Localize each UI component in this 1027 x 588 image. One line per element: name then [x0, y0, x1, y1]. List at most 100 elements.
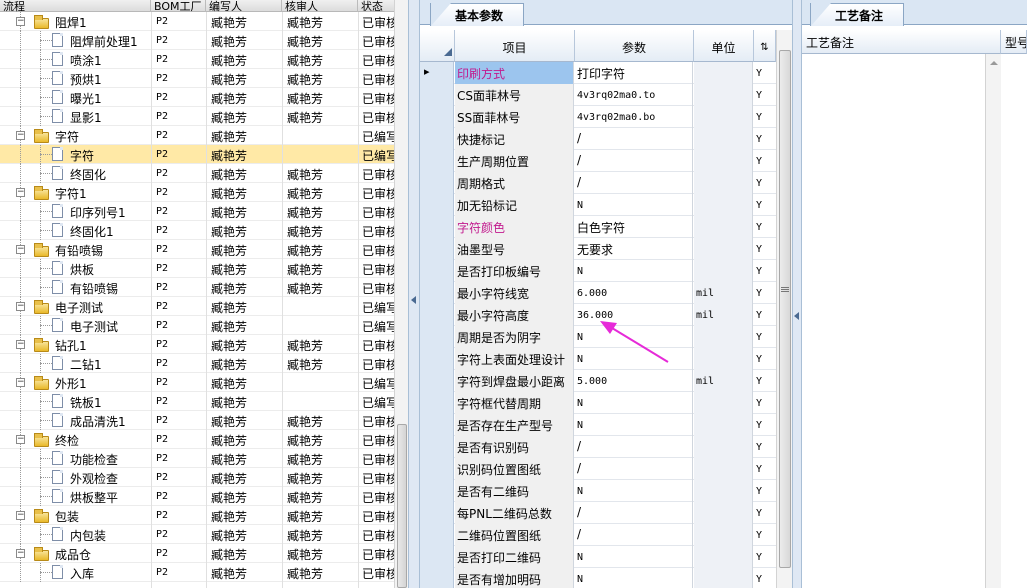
tree-row[interactable]: 二钻1 P2 臧艳芳 臧艳芳 已审核: [0, 354, 394, 373]
col-header-status[interactable]: 状态: [358, 0, 394, 12]
collapse-toggle-icon[interactable]: −: [16, 17, 25, 26]
tree-group-row[interactable]: − 外形1 P2 臧艳芳 已编写: [0, 373, 394, 392]
param-value[interactable]: 4v3rq02ma0.bo: [575, 106, 693, 128]
tree-group-row[interactable]: − 钻孔1 P2 臧艳芳 臧艳芳 已审核: [0, 335, 394, 354]
param-row[interactable]: CS面菲林号 4v3rq02ma0.to Y: [420, 84, 792, 106]
param-flag[interactable]: Y: [754, 260, 774, 282]
param-value[interactable]: 4v3rq02ma0.to: [575, 84, 693, 106]
param-value[interactable]: 打印字符: [575, 62, 693, 84]
param-flag[interactable]: Y: [754, 502, 774, 524]
param-flag[interactable]: Y: [754, 546, 774, 568]
param-unit[interactable]: [694, 436, 753, 458]
tree-row[interactable]: 电子测试 P2 臧艳芳 已编写: [0, 316, 394, 335]
param-row[interactable]: 是否有识别码 / Y: [420, 436, 792, 458]
tree-row[interactable]: 内包装 P2 臧艳芳 臧艳芳 已审核: [0, 525, 394, 544]
param-value[interactable]: /: [575, 458, 693, 480]
tree-row[interactable]: 功能检查 P2 臧艳芳 臧艳芳 已审核: [0, 449, 394, 468]
param-unit[interactable]: [694, 84, 753, 106]
params-scrollbar-thumb[interactable]: [779, 50, 791, 568]
param-row[interactable]: 生产周期位置 / Y: [420, 150, 792, 172]
tree-row[interactable]: 显影1 P2 臧艳芳 臧艳芳 已审核: [0, 107, 394, 126]
param-unit[interactable]: [694, 568, 753, 588]
param-row[interactable]: ▸ 印刷方式 打印字符 Y: [420, 62, 792, 84]
param-unit[interactable]: [694, 524, 753, 546]
tree-row[interactable]: 印序列号1 P2 臧艳芳 臧艳芳 已审核: [0, 202, 394, 221]
param-unit[interactable]: [694, 62, 753, 84]
row-indicator[interactable]: [420, 238, 454, 260]
row-indicator[interactable]: [420, 326, 454, 348]
tree-row[interactable]: 外观检查 P2 臧艳芳 臧艳芳 已审核: [0, 468, 394, 487]
param-row[interactable]: 二维码位置图纸 / Y: [420, 524, 792, 546]
param-row[interactable]: 字符颜色 白色字符 Y: [420, 216, 792, 238]
param-row[interactable]: 每PNL二维码总数 / Y: [420, 502, 792, 524]
tree-scrollbar[interactable]: [394, 0, 408, 588]
row-indicator[interactable]: [420, 392, 454, 414]
param-flag[interactable]: Y: [754, 480, 774, 502]
param-value[interactable]: N: [575, 414, 693, 436]
param-flag[interactable]: Y: [754, 194, 774, 216]
tree-row[interactable]: 曝光1 P2 臧艳芳 臧艳芳 已审核: [0, 88, 394, 107]
row-indicator[interactable]: [420, 128, 454, 150]
param-row[interactable]: 油墨型号 无要求 Y: [420, 238, 792, 260]
tree-group-row[interactable]: − 成品仓 P2 臧艳芳 臧艳芳 已审核: [0, 544, 394, 563]
param-value[interactable]: 36.000: [575, 304, 693, 326]
param-value[interactable]: /: [575, 172, 693, 194]
param-row[interactable]: 快捷标记 / Y: [420, 128, 792, 150]
param-unit[interactable]: [694, 546, 753, 568]
row-indicator[interactable]: [420, 84, 454, 106]
param-unit[interactable]: [694, 260, 753, 282]
tree-group-row[interactable]: − 阻焊1 P2 臧艳芳 臧艳芳 已审核: [0, 12, 394, 31]
notes-scrollbar[interactable]: [985, 54, 1001, 588]
param-value[interactable]: N: [575, 194, 693, 216]
param-unit[interactable]: [694, 414, 753, 436]
tree-group-row[interactable]: − 字符1 P2 臧艳芳 臧艳芳 已审核: [0, 183, 394, 202]
param-row[interactable]: 周期是否为阴字 N Y: [420, 326, 792, 348]
tree-row[interactable]: 成品清洗1 P2 臧艳芳 臧艳芳 已审核: [0, 411, 394, 430]
param-unit[interactable]: [694, 348, 753, 370]
param-row[interactable]: 是否打印二维码 N Y: [420, 546, 792, 568]
param-flag[interactable]: Y: [754, 304, 774, 326]
param-row[interactable]: 最小字符线宽 6.000 mil Y: [420, 282, 792, 304]
param-value[interactable]: 无要求: [575, 238, 693, 260]
param-value[interactable]: N: [575, 260, 693, 282]
tree-row[interactable]: 终固化 P2 臧艳芳 臧艳芳 已审核: [0, 164, 394, 183]
param-value[interactable]: N: [575, 546, 693, 568]
param-flag[interactable]: Y: [754, 458, 774, 480]
param-unit[interactable]: [694, 150, 753, 172]
param-value[interactable]: N: [575, 568, 693, 588]
param-flag[interactable]: Y: [754, 172, 774, 194]
row-indicator[interactable]: [420, 194, 454, 216]
collapse-toggle-icon[interactable]: −: [16, 245, 25, 254]
param-value[interactable]: N: [575, 326, 693, 348]
tree-scrollbar-thumb[interactable]: [397, 424, 407, 588]
param-value[interactable]: /: [575, 150, 693, 172]
param-value[interactable]: N: [575, 480, 693, 502]
row-indicator[interactable]: [420, 546, 454, 568]
tree-row[interactable]: 烘板 P2 臧艳芳 臧艳芳 已审核: [0, 259, 394, 278]
param-row[interactable]: 是否打印板编号 N Y: [420, 260, 792, 282]
param-value[interactable]: /: [575, 128, 693, 150]
param-row[interactable]: 周期格式 / Y: [420, 172, 792, 194]
scroll-up-icon[interactable]: [990, 61, 998, 65]
param-unit[interactable]: mil: [694, 282, 753, 304]
param-row[interactable]: 字符框代替周期 N Y: [420, 392, 792, 414]
row-indicator[interactable]: [420, 502, 454, 524]
param-unit[interactable]: [694, 458, 753, 480]
param-row[interactable]: 识别码位置图纸 / Y: [420, 458, 792, 480]
col-header-model[interactable]: 型号: [1001, 30, 1027, 54]
col-header-param[interactable]: 参数: [575, 30, 694, 62]
param-flag[interactable]: Y: [754, 282, 774, 304]
row-indicator[interactable]: [420, 172, 454, 194]
param-row[interactable]: 是否存在生产型号 N Y: [420, 414, 792, 436]
param-flag[interactable]: Y: [754, 216, 774, 238]
row-indicator[interactable]: [420, 348, 454, 370]
param-flag[interactable]: Y: [754, 414, 774, 436]
param-flag[interactable]: Y: [754, 568, 774, 588]
row-indicator[interactable]: [420, 282, 454, 304]
param-flag[interactable]: Y: [754, 524, 774, 546]
collapse-toggle-icon[interactable]: −: [16, 131, 25, 140]
row-indicator[interactable]: [420, 458, 454, 480]
tree-row[interactable]: 阻焊前处理1 P2 臧艳芳 臧艳芳 已审核: [0, 31, 394, 50]
param-unit[interactable]: [694, 128, 753, 150]
collapse-toggle-icon[interactable]: −: [16, 188, 25, 197]
